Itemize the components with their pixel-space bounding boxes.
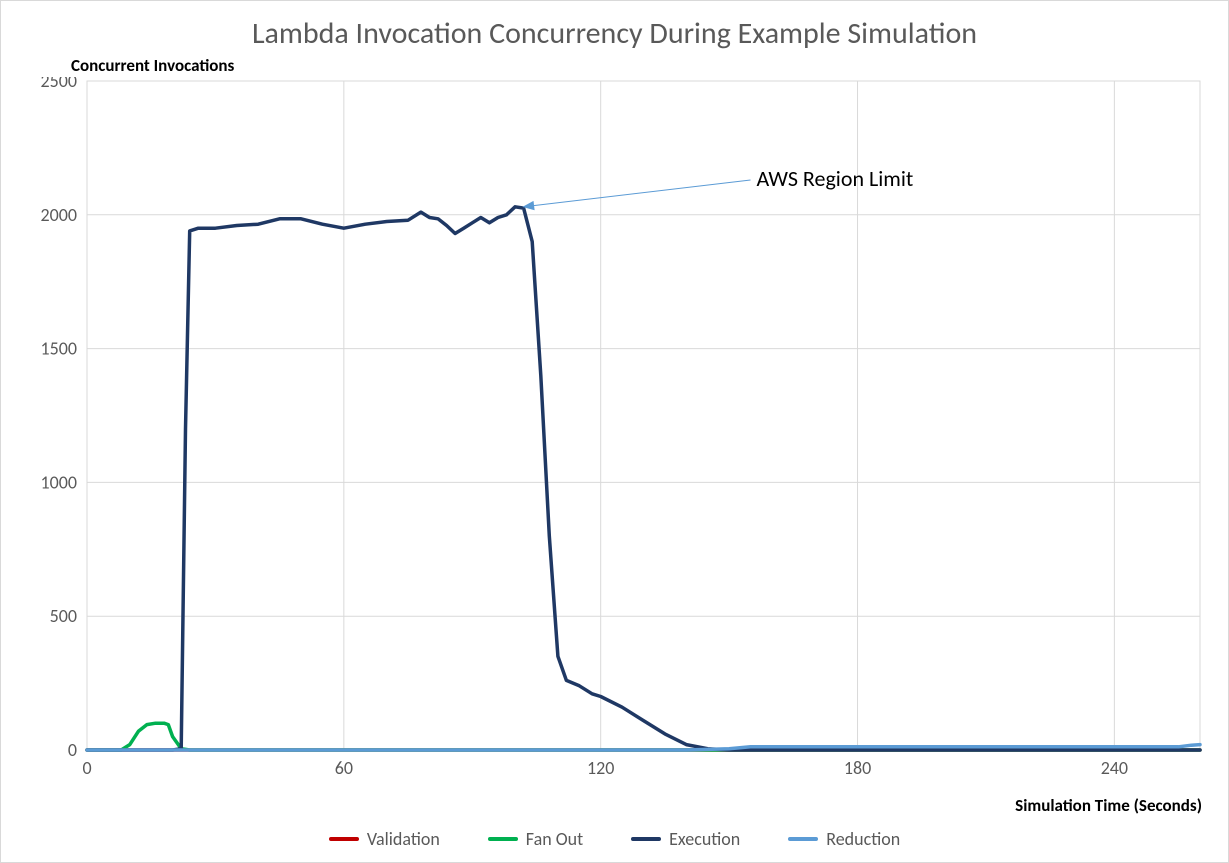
legend-item-reduction: Reduction xyxy=(788,828,900,850)
annotation-label: AWS Region Limit xyxy=(757,165,914,192)
svg-text:120: 120 xyxy=(587,757,614,779)
legend-item-validation: Validation xyxy=(329,828,440,850)
svg-text:60: 60 xyxy=(335,757,353,779)
legend-item-execution: Execution xyxy=(631,828,740,850)
legend-label-fanout: Fan Out xyxy=(526,828,583,850)
plot-area: 0 500 1000 1500 2000 2500 0 60 120 180 240 AWS Regi… xyxy=(25,77,1206,780)
svg-text:2000: 2000 xyxy=(41,204,78,226)
annotation-arrow xyxy=(534,180,751,206)
legend-label-execution: Execution xyxy=(669,828,740,850)
legend-swatch-validation xyxy=(329,837,359,841)
legend-swatch-execution xyxy=(631,837,661,841)
svg-text:0: 0 xyxy=(82,757,91,779)
series-execution xyxy=(87,207,1200,750)
legend-label-validation: Validation xyxy=(367,828,440,850)
svg-text:1000: 1000 xyxy=(41,471,78,493)
legend-label-reduction: Reduction xyxy=(826,828,900,850)
svg-text:500: 500 xyxy=(50,605,77,627)
svg-text:2500: 2500 xyxy=(41,77,78,92)
legend-item-fanout: Fan Out xyxy=(488,828,583,850)
y-axis-title: Concurrent Invocations xyxy=(71,55,234,76)
legend: Validation Fan Out Execution Reduction xyxy=(1,828,1228,850)
legend-swatch-reduction xyxy=(788,837,818,841)
svg-text:240: 240 xyxy=(1101,757,1128,779)
svg-text:0: 0 xyxy=(68,739,77,761)
svg-text:1500: 1500 xyxy=(41,338,78,360)
legend-swatch-fanout xyxy=(488,837,518,841)
plot-svg: 0 500 1000 1500 2000 2500 0 60 120 180 240 AWS Regi… xyxy=(25,77,1206,780)
chart-frame: Lambda Invocation Concurrency During Exa… xyxy=(0,0,1229,863)
svg-text:180: 180 xyxy=(844,757,871,779)
x-axis-title: Simulation Time (Seconds) xyxy=(1015,795,1202,816)
chart-title: Lambda Invocation Concurrency During Exa… xyxy=(19,15,1210,52)
